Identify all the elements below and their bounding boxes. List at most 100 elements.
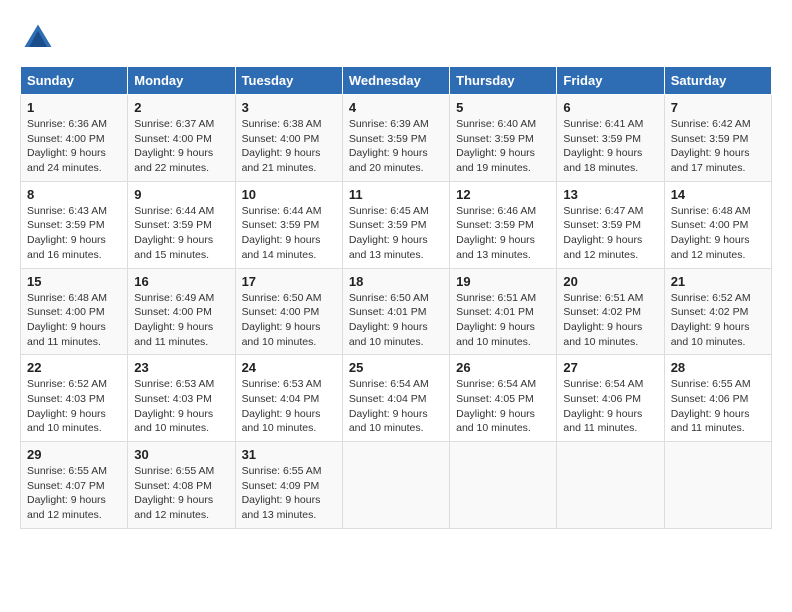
calendar-week-row: 1 Sunrise: 6:36 AM Sunset: 4:00 PM Dayli…	[21, 95, 772, 182]
day-number: 1	[27, 100, 121, 115]
logo-icon	[20, 20, 56, 56]
day-number: 16	[134, 274, 228, 289]
weekday-header-sunday: Sunday	[21, 67, 128, 95]
calendar-cell: 20 Sunrise: 6:51 AM Sunset: 4:02 PM Dayl…	[557, 268, 664, 355]
day-info: Sunrise: 6:51 AM Sunset: 4:01 PM Dayligh…	[456, 291, 550, 350]
day-number: 19	[456, 274, 550, 289]
day-number: 26	[456, 360, 550, 375]
day-info: Sunrise: 6:54 AM Sunset: 4:06 PM Dayligh…	[563, 377, 657, 436]
day-info: Sunrise: 6:52 AM Sunset: 4:03 PM Dayligh…	[27, 377, 121, 436]
calendar-cell: 14 Sunrise: 6:48 AM Sunset: 4:00 PM Dayl…	[664, 181, 771, 268]
day-number: 29	[27, 447, 121, 462]
day-number: 15	[27, 274, 121, 289]
day-number: 6	[563, 100, 657, 115]
day-number: 23	[134, 360, 228, 375]
day-info: Sunrise: 6:46 AM Sunset: 3:59 PM Dayligh…	[456, 204, 550, 263]
day-info: Sunrise: 6:52 AM Sunset: 4:02 PM Dayligh…	[671, 291, 765, 350]
calendar-cell: 4 Sunrise: 6:39 AM Sunset: 3:59 PM Dayli…	[342, 95, 449, 182]
day-number: 21	[671, 274, 765, 289]
day-number: 5	[456, 100, 550, 115]
day-info: Sunrise: 6:54 AM Sunset: 4:05 PM Dayligh…	[456, 377, 550, 436]
calendar-cell: 15 Sunrise: 6:48 AM Sunset: 4:00 PM Dayl…	[21, 268, 128, 355]
weekday-header-tuesday: Tuesday	[235, 67, 342, 95]
calendar-cell: 21 Sunrise: 6:52 AM Sunset: 4:02 PM Dayl…	[664, 268, 771, 355]
calendar-cell: 19 Sunrise: 6:51 AM Sunset: 4:01 PM Dayl…	[450, 268, 557, 355]
day-info: Sunrise: 6:48 AM Sunset: 4:00 PM Dayligh…	[27, 291, 121, 350]
day-number: 27	[563, 360, 657, 375]
weekday-header-saturday: Saturday	[664, 67, 771, 95]
day-info: Sunrise: 6:44 AM Sunset: 3:59 PM Dayligh…	[242, 204, 336, 263]
calendar-cell	[664, 442, 771, 529]
calendar-cell: 29 Sunrise: 6:55 AM Sunset: 4:07 PM Dayl…	[21, 442, 128, 529]
day-info: Sunrise: 6:55 AM Sunset: 4:08 PM Dayligh…	[134, 464, 228, 523]
day-info: Sunrise: 6:50 AM Sunset: 4:00 PM Dayligh…	[242, 291, 336, 350]
calendar-week-row: 15 Sunrise: 6:48 AM Sunset: 4:00 PM Dayl…	[21, 268, 772, 355]
day-info: Sunrise: 6:44 AM Sunset: 3:59 PM Dayligh…	[134, 204, 228, 263]
calendar-cell: 2 Sunrise: 6:37 AM Sunset: 4:00 PM Dayli…	[128, 95, 235, 182]
day-info: Sunrise: 6:41 AM Sunset: 3:59 PM Dayligh…	[563, 117, 657, 176]
day-number: 30	[134, 447, 228, 462]
day-number: 9	[134, 187, 228, 202]
calendar-cell: 26 Sunrise: 6:54 AM Sunset: 4:05 PM Dayl…	[450, 355, 557, 442]
calendar-cell: 28 Sunrise: 6:55 AM Sunset: 4:06 PM Dayl…	[664, 355, 771, 442]
day-info: Sunrise: 6:55 AM Sunset: 4:09 PM Dayligh…	[242, 464, 336, 523]
calendar-cell: 10 Sunrise: 6:44 AM Sunset: 3:59 PM Dayl…	[235, 181, 342, 268]
day-info: Sunrise: 6:43 AM Sunset: 3:59 PM Dayligh…	[27, 204, 121, 263]
calendar-cell: 16 Sunrise: 6:49 AM Sunset: 4:00 PM Dayl…	[128, 268, 235, 355]
day-number: 8	[27, 187, 121, 202]
day-info: Sunrise: 6:54 AM Sunset: 4:04 PM Dayligh…	[349, 377, 443, 436]
day-info: Sunrise: 6:38 AM Sunset: 4:00 PM Dayligh…	[242, 117, 336, 176]
day-info: Sunrise: 6:39 AM Sunset: 3:59 PM Dayligh…	[349, 117, 443, 176]
calendar-cell: 17 Sunrise: 6:50 AM Sunset: 4:00 PM Dayl…	[235, 268, 342, 355]
day-info: Sunrise: 6:48 AM Sunset: 4:00 PM Dayligh…	[671, 204, 765, 263]
day-info: Sunrise: 6:40 AM Sunset: 3:59 PM Dayligh…	[456, 117, 550, 176]
calendar-week-row: 8 Sunrise: 6:43 AM Sunset: 3:59 PM Dayli…	[21, 181, 772, 268]
weekday-header-thursday: Thursday	[450, 67, 557, 95]
day-info: Sunrise: 6:50 AM Sunset: 4:01 PM Dayligh…	[349, 291, 443, 350]
calendar-cell: 24 Sunrise: 6:53 AM Sunset: 4:04 PM Dayl…	[235, 355, 342, 442]
day-number: 10	[242, 187, 336, 202]
calendar-cell	[450, 442, 557, 529]
day-number: 14	[671, 187, 765, 202]
weekday-header-monday: Monday	[128, 67, 235, 95]
calendar-cell: 31 Sunrise: 6:55 AM Sunset: 4:09 PM Dayl…	[235, 442, 342, 529]
page-header	[20, 20, 772, 56]
day-number: 22	[27, 360, 121, 375]
day-info: Sunrise: 6:45 AM Sunset: 3:59 PM Dayligh…	[349, 204, 443, 263]
calendar-cell	[557, 442, 664, 529]
calendar-cell: 25 Sunrise: 6:54 AM Sunset: 4:04 PM Dayl…	[342, 355, 449, 442]
day-info: Sunrise: 6:55 AM Sunset: 4:06 PM Dayligh…	[671, 377, 765, 436]
day-info: Sunrise: 6:53 AM Sunset: 4:03 PM Dayligh…	[134, 377, 228, 436]
day-number: 28	[671, 360, 765, 375]
calendar-cell: 8 Sunrise: 6:43 AM Sunset: 3:59 PM Dayli…	[21, 181, 128, 268]
day-number: 13	[563, 187, 657, 202]
weekday-header-wednesday: Wednesday	[342, 67, 449, 95]
day-info: Sunrise: 6:51 AM Sunset: 4:02 PM Dayligh…	[563, 291, 657, 350]
day-number: 18	[349, 274, 443, 289]
day-number: 4	[349, 100, 443, 115]
calendar-cell: 9 Sunrise: 6:44 AM Sunset: 3:59 PM Dayli…	[128, 181, 235, 268]
calendar-cell: 12 Sunrise: 6:46 AM Sunset: 3:59 PM Dayl…	[450, 181, 557, 268]
calendar-cell: 1 Sunrise: 6:36 AM Sunset: 4:00 PM Dayli…	[21, 95, 128, 182]
calendar-header-row: SundayMondayTuesdayWednesdayThursdayFrid…	[21, 67, 772, 95]
calendar-cell: 6 Sunrise: 6:41 AM Sunset: 3:59 PM Dayli…	[557, 95, 664, 182]
calendar-cell: 23 Sunrise: 6:53 AM Sunset: 4:03 PM Dayl…	[128, 355, 235, 442]
calendar-cell	[342, 442, 449, 529]
calendar-cell: 22 Sunrise: 6:52 AM Sunset: 4:03 PM Dayl…	[21, 355, 128, 442]
day-number: 3	[242, 100, 336, 115]
day-info: Sunrise: 6:49 AM Sunset: 4:00 PM Dayligh…	[134, 291, 228, 350]
calendar-cell: 13 Sunrise: 6:47 AM Sunset: 3:59 PM Dayl…	[557, 181, 664, 268]
day-info: Sunrise: 6:36 AM Sunset: 4:00 PM Dayligh…	[27, 117, 121, 176]
calendar-week-row: 29 Sunrise: 6:55 AM Sunset: 4:07 PM Dayl…	[21, 442, 772, 529]
calendar-cell: 27 Sunrise: 6:54 AM Sunset: 4:06 PM Dayl…	[557, 355, 664, 442]
day-number: 7	[671, 100, 765, 115]
calendar-cell: 30 Sunrise: 6:55 AM Sunset: 4:08 PM Dayl…	[128, 442, 235, 529]
calendar-cell: 3 Sunrise: 6:38 AM Sunset: 4:00 PM Dayli…	[235, 95, 342, 182]
day-number: 12	[456, 187, 550, 202]
calendar-table: SundayMondayTuesdayWednesdayThursdayFrid…	[20, 66, 772, 529]
calendar-cell: 7 Sunrise: 6:42 AM Sunset: 3:59 PM Dayli…	[664, 95, 771, 182]
calendar-cell: 5 Sunrise: 6:40 AM Sunset: 3:59 PM Dayli…	[450, 95, 557, 182]
day-number: 11	[349, 187, 443, 202]
day-info: Sunrise: 6:55 AM Sunset: 4:07 PM Dayligh…	[27, 464, 121, 523]
day-number: 25	[349, 360, 443, 375]
